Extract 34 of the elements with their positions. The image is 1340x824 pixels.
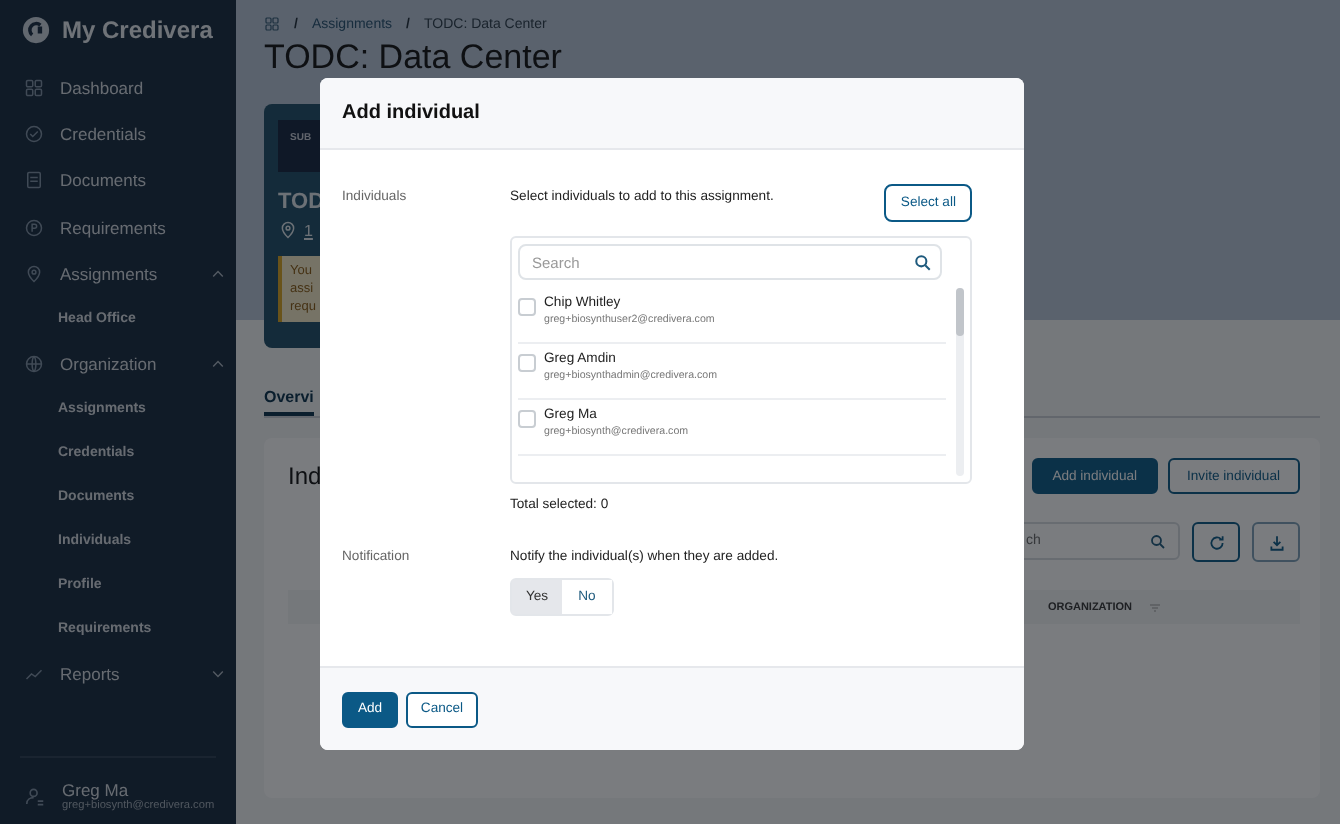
search-icon (914, 253, 932, 271)
nav-item[interactable]: Documents (0, 157, 236, 204)
checkbox[interactable] (518, 298, 536, 316)
tab[interactable]: Overvi (264, 384, 314, 416)
nav-item[interactable]: Organization (0, 340, 236, 388)
logo-icon (22, 16, 50, 44)
document-icon (24, 170, 44, 191)
nav-item[interactable]: Reports (0, 651, 236, 699)
user-icon (24, 785, 46, 807)
location-pin-icon (24, 263, 44, 284)
nav-item[interactable]: Requirements (0, 203, 236, 251)
refresh-icon (1207, 533, 1225, 551)
nav-item[interactable]: Dashboard (0, 64, 236, 111)
line-chart-icon (24, 664, 44, 685)
globe-icon (24, 354, 44, 375)
nav-item[interactable]: Credentials (0, 110, 236, 158)
checkbox[interactable] (518, 354, 536, 372)
grid-icon (24, 77, 44, 98)
nav-item[interactable]: Assignments (0, 250, 236, 297)
refresh-button[interactable] (1192, 522, 1240, 562)
search-icon (1150, 533, 1166, 549)
checkbox[interactable] (518, 410, 536, 428)
panel-title: Ind (288, 462, 322, 490)
address-link[interactable]: 1 (304, 221, 313, 239)
home-grid-icon (264, 16, 280, 32)
download-icon (1267, 533, 1285, 551)
check-circle-icon (24, 123, 44, 144)
page-title: TODC: Data Center (264, 40, 564, 76)
circle-letter-icon (24, 217, 44, 238)
user-name: Greg Ma (62, 780, 131, 800)
brand-name: My Credivera (62, 16, 213, 44)
location-pin-icon (278, 220, 298, 240)
dialog-title: Add individual (342, 102, 480, 124)
download-button[interactable] (1252, 522, 1300, 562)
